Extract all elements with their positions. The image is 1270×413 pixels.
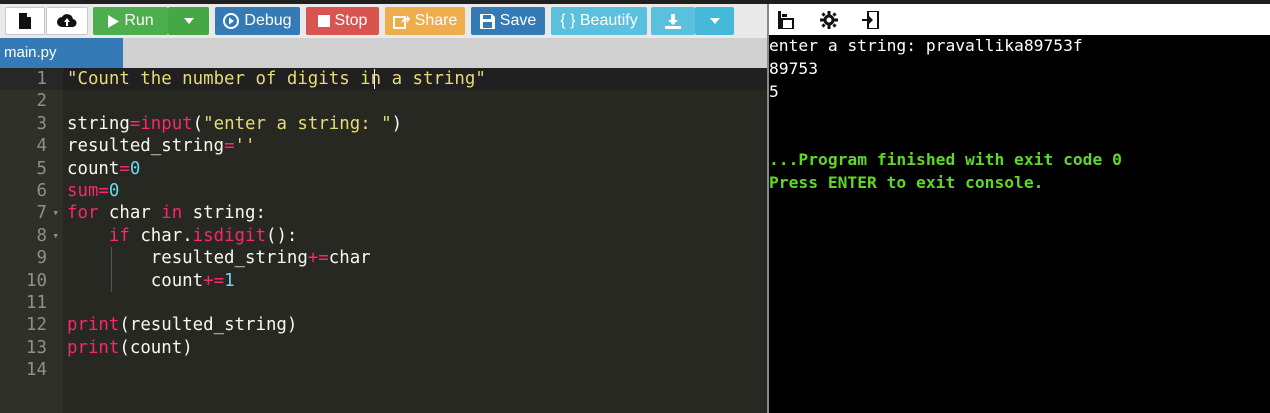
run-dropdown-button[interactable] [168,7,209,35]
line-number: 7 [36,203,47,224]
chevron-down-icon [183,18,194,24]
code-line: resulted_string='' [67,136,256,157]
line-number: 11 [26,293,47,313]
download-button[interactable] [651,7,695,35]
line-number: 12 [26,315,47,336]
file-icon [18,13,32,29]
download-icon [665,13,681,29]
upload-icon [57,13,77,29]
exit-status-line: ...Program finished with exit code 0 [769,150,1122,169]
layout-icon[interactable] [778,11,794,34]
line-number: 5 [36,158,47,179]
share-icon [392,14,410,29]
file-tab-bar: main.py [0,38,768,68]
code-line: count=0 [67,158,141,179]
share-label: Share [414,12,458,29]
run-label: Run [124,12,154,29]
debug-icon [223,13,240,29]
debug-button[interactable]: Debug [215,7,300,35]
line-number: 13 [26,337,47,358]
code-line: string=input("enter a string: ") [67,113,403,134]
line-number: 9 [36,248,47,269]
stop-button[interactable]: Stop [306,7,379,35]
beautify-button[interactable]: { } Beautify [551,7,647,35]
code-line: resulted_string+=char [67,248,371,269]
tab-label: main.py [4,44,57,61]
debug-label: Debug [244,12,292,29]
stop-label: Stop [334,12,368,29]
code-line: for char in string: [67,203,266,224]
line-number: 1 [36,69,47,89]
line-number: 8 [36,225,47,246]
play-icon [107,14,120,28]
output-console[interactable]: enter a string: pravallika89753f 89753 5… [769,35,1270,413]
console-line: enter a string: pravallika89753f [769,36,1083,55]
fold-arrow-icon[interactable]: ▾ [52,202,59,224]
beautify-label: { } Beautify [560,12,638,29]
run-button[interactable]: Run [93,7,168,35]
save-icon [479,13,495,29]
new-file-button[interactable] [5,7,45,35]
line-number: 2 [36,91,47,112]
download-dropdown-button[interactable] [695,7,734,35]
code-line: print(count) [67,337,193,358]
code-editor[interactable]: "Count the number of digits in a string"… [63,68,767,413]
upload-button[interactable] [46,7,88,35]
press-enter-line: Press ENTER to exit console. [769,173,1044,192]
code-line: sum=0 [67,181,120,201]
line-number: 4 [36,136,47,157]
line-number: 10 [26,270,47,291]
console-toolbar [769,4,1270,35]
line-number-gutter: 1 2 3 4 5 6 7 ▾ 8 ▾ 9 10 11 12 13 14 [0,68,63,413]
code-line: count+=1 [67,270,235,291]
code-line: if char.isdigit(): [108,225,298,246]
save-button[interactable]: Save [471,7,545,35]
line-number: 3 [36,113,47,134]
console-line: 89753 [769,59,819,78]
save-label: Save [499,12,537,29]
tab-main-py[interactable]: main.py [0,38,123,68]
stop-icon [317,15,330,27]
gear-icon[interactable] [820,11,838,34]
console-line: 5 [769,82,779,101]
line-number: 14 [26,360,47,381]
line-number: 6 [36,181,47,201]
share-button[interactable]: Share [385,7,465,35]
exit-icon[interactable] [862,10,880,34]
code-line: print(resulted_string) [67,315,298,336]
chevron-down-icon [709,18,720,24]
toolbar: Run Debug Stop Share Save { } Beautify [0,4,768,38]
fold-arrow-icon[interactable]: ▾ [52,225,59,247]
code-line: "Count the number of digits in a string" [67,69,486,89]
